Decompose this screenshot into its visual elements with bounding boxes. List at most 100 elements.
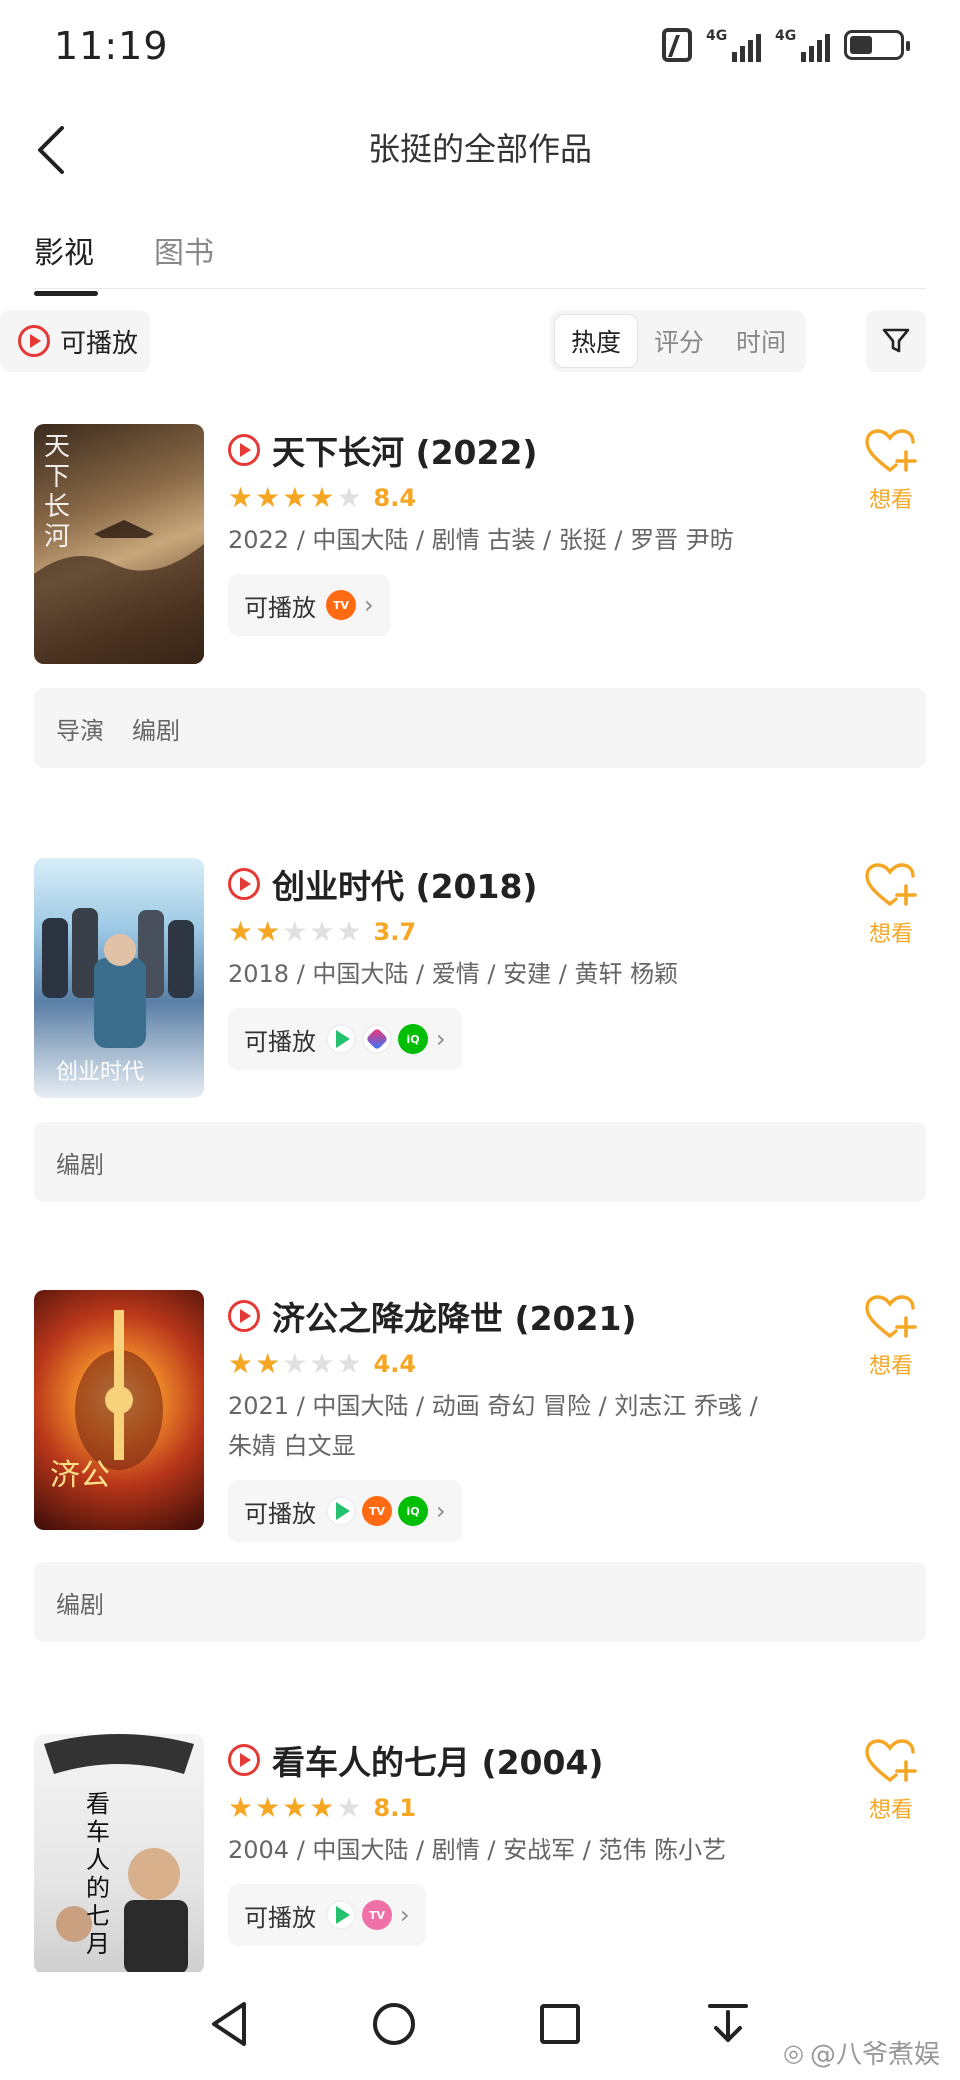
rating-row: ★ ★ ★ ★ ★ 4.4: [228, 1344, 788, 1384]
play-source-button[interactable]: 可播放 TV iQ ›: [228, 1480, 462, 1542]
chevron-right-icon: ›: [436, 1497, 446, 1525]
nav-back-button[interactable]: [200, 1994, 260, 2054]
work-title-row[interactable]: 济公之降龙降世 (2021): [228, 1290, 788, 1342]
work-meta: 2004 / 中国大陆 / 剧情 / 安战军 / 范伟 陈小艺: [228, 1836, 727, 1864]
play-source-label: 可播放: [244, 1903, 316, 1932]
work-title: 看车人的七月 (2004): [272, 1743, 604, 1782]
star-icon: ★: [336, 915, 362, 948]
role-tag: 编剧: [132, 716, 180, 745]
youku-icon: [362, 1024, 392, 1054]
playable-filter-label: 可播放: [60, 328, 139, 359]
work-meta: 2018 / 中国大陆 / 爱情 / 安建 / 黄轩 杨颖: [228, 960, 679, 988]
rating-score: 3.7: [373, 918, 417, 946]
tencent-video-icon: [326, 1900, 356, 1930]
sort-by-time[interactable]: 时间: [720, 314, 802, 368]
play-icon: [228, 1744, 260, 1776]
watermark: ◎ @八爷煮娱: [783, 2034, 940, 2071]
work-item: 济公 济公之降龙降世 (2021) ★ ★ ★ ★ ★ 4.4 2021 / 中国大陆 …: [34, 1290, 926, 1642]
heart-plus-icon: [865, 1295, 917, 1338]
poster-image[interactable]: 看车人的七月: [34, 1734, 204, 1974]
star-icon: ★: [309, 1347, 335, 1380]
poster-image[interactable]: 创业时代: [34, 858, 204, 1098]
work-item: 看车人的七月 看车人的七月 (2004) ★ ★ ★ ★ ★ 8.1 2004 / 中国…: [34, 1734, 926, 1974]
poster-title: 天下长河: [44, 432, 71, 552]
status-icons: 4G 4G: [662, 28, 910, 62]
star-icon: ★: [336, 1347, 362, 1380]
pull-down-icon: [708, 2004, 748, 2042]
want-to-watch-button[interactable]: 想看: [856, 862, 926, 948]
nav-notification-button[interactable]: [698, 1994, 758, 2054]
poster-image[interactable]: 济公: [34, 1290, 204, 1530]
work-title-row[interactable]: 天下长河 (2022): [228, 424, 788, 476]
tab-film-tv[interactable]: 影视: [34, 228, 98, 296]
sort-by-rating[interactable]: 评分: [638, 314, 720, 368]
work-info: 济公之降龙降世 (2021) ★ ★ ★ ★ ★ 4.4 2021 / 中国大陆 / 动…: [228, 1290, 788, 1542]
role-tag: 导演: [56, 716, 104, 745]
want-to-watch-label: 想看: [868, 1798, 913, 1823]
star-icon: ★: [255, 481, 281, 514]
star-rating: ★ ★ ★ ★ ★: [228, 484, 362, 512]
circle-home-icon: [373, 2003, 415, 2045]
chevron-right-icon: ›: [436, 1025, 446, 1053]
nav-recents-button[interactable]: [530, 1994, 590, 2054]
star-icon: ★: [282, 1347, 308, 1380]
star-icon: ★: [228, 1791, 254, 1824]
poster-title: 创业时代: [56, 1060, 145, 1085]
chevron-right-icon: ›: [364, 591, 374, 619]
role-tag: 编剧: [56, 1150, 104, 1179]
play-source-button[interactable]: 可播放 TV ›: [228, 574, 390, 636]
want-to-watch-label: 想看: [868, 1354, 913, 1379]
nfc-icon: [662, 28, 692, 62]
star-rating: ★ ★ ★ ★ ★: [228, 918, 362, 946]
star-icon: ★: [309, 481, 335, 514]
play-source-label: 可播放: [244, 1499, 316, 1528]
playable-filter-chip[interactable]: 可播放: [0, 310, 150, 372]
work-title-row[interactable]: 看车人的七月 (2004): [228, 1734, 788, 1786]
heart-plus-icon: [865, 429, 917, 472]
poster-image[interactable]: 天下长河: [34, 424, 204, 664]
work-info: 看车人的七月 (2004) ★ ★ ★ ★ ★ 8.1 2004 / 中国大陆 / 剧情…: [228, 1734, 788, 1946]
work-title: 济公之降龙降世 (2021): [272, 1299, 637, 1338]
weibo-icon: ◎: [783, 2038, 804, 2067]
star-icon: ★: [228, 1347, 254, 1380]
misc-platform-icon: TV: [362, 1900, 392, 1930]
star-icon: ★: [309, 915, 335, 948]
sort-segmented-control: 热度 评分 时间: [550, 310, 806, 372]
rating-row: ★ ★ ★ ★ ★ 8.1: [228, 1788, 788, 1828]
want-to-watch-button[interactable]: 想看: [856, 1294, 926, 1380]
heart-plus-icon: [865, 1739, 917, 1782]
star-icon: ★: [282, 915, 308, 948]
star-icon: ★: [228, 481, 254, 514]
rating-score: 8.4: [373, 484, 417, 512]
work-item: 天下长河 天下长河 (2022) ★ ★ ★ ★ ★ 8.4 2022 / 中国大陆 /…: [34, 424, 926, 768]
divider: [34, 288, 926, 289]
nav-home-button[interactable]: [364, 1994, 424, 2054]
rating-row: ★ ★ ★ ★ ★ 3.7: [228, 912, 788, 952]
play-source-button[interactable]: 可播放 TV ›: [228, 1884, 426, 1946]
want-to-watch-button[interactable]: 想看: [856, 1738, 926, 1824]
role-tag: 编剧: [56, 1590, 104, 1619]
iqiyi-icon: iQ: [398, 1496, 428, 1526]
star-rating: ★ ★ ★ ★ ★: [228, 1350, 362, 1378]
poster-art: [44, 1734, 194, 1974]
play-icon: [228, 1300, 260, 1332]
star-icon: ★: [255, 915, 281, 948]
tencent-video-icon: [326, 1496, 356, 1526]
want-to-watch-button[interactable]: 想看: [856, 428, 926, 514]
work-title: 创业时代 (2018): [272, 867, 538, 906]
star-icon: ★: [282, 1791, 308, 1824]
work-meta: 2022 / 中国大陆 / 剧情 古装 / 张挺 / 罗晋 尹昉: [228, 526, 734, 554]
sort-by-popularity[interactable]: 热度: [554, 314, 638, 368]
star-icon: ★: [336, 1791, 362, 1824]
work-title-row[interactable]: 创业时代 (2018): [228, 858, 788, 910]
rating-score: 4.4: [373, 1350, 417, 1378]
filter-button[interactable]: [866, 310, 926, 372]
play-source-button[interactable]: 可播放 iQ ›: [228, 1008, 462, 1070]
mango-icon: TV: [326, 590, 356, 620]
work-meta: 2021 / 中国大陆 / 动画 奇幻 冒险 / 刘志江 乔彧 /: [228, 1392, 758, 1420]
work-item: 创业时代 创业时代 (2018) ★ ★ ★ ★ ★ 3.7 2018 / 中国大陆 /…: [34, 858, 926, 1202]
want-to-watch-label: 想看: [868, 922, 913, 947]
role-bar: 编剧: [34, 1122, 926, 1202]
tab-books[interactable]: 图书: [154, 228, 214, 296]
rating-row: ★ ★ ★ ★ ★ 8.4: [228, 478, 788, 518]
